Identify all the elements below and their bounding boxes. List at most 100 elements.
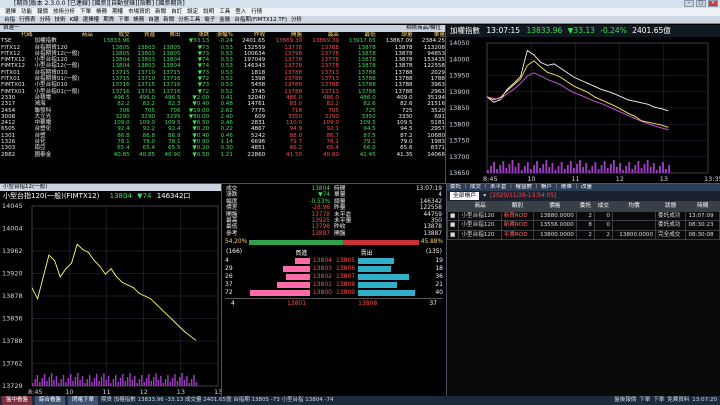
status-right-2[interactable]: 下單 — [653, 396, 664, 405]
order-avg: 13800.0000 — [611, 229, 657, 240]
menu-item-0[interactable]: 選擇 — [4, 8, 17, 16]
quote-row[interactable]: 2882 國泰金 40.85 40.85 40.90 ▼0.50 1.21 22860 41.5… — [0, 151, 445, 158]
volume-bar — [536, 161, 538, 173]
orders-col-1[interactable]: 商品 — [458, 201, 502, 212]
quote-cell-tick: 14066 — [427, 151, 445, 158]
data-point — [667, 110, 669, 112]
status-right-3[interactable]: 免費資料 — [667, 396, 689, 405]
quote-tab[interactable]: 自選一 — [3, 25, 20, 32]
menu-item-3[interactable]: 技術分析 — [52, 8, 76, 16]
futures-tab[interactable]: 小型台指12(一般) — [0, 184, 221, 191]
menu-item-5[interactable]: 帳務 — [95, 8, 108, 16]
book-bid-price[interactable]: 13803 — [313, 265, 332, 273]
orders-col-4[interactable]: 委託 — [575, 201, 595, 212]
orders-col-7[interactable]: 狀態 — [655, 201, 687, 212]
order-row[interactable]: ■ 小型台指120 新賣ROD 13556.0000 8 0 委託成功 08:30:23 — [447, 220, 720, 231]
toolbar-item-8[interactable]: 帳務 — [133, 16, 144, 23]
toolbar-item-10[interactable]: 新聞 — [163, 16, 174, 23]
volume-bar — [81, 376, 84, 386]
chevron-down-icon[interactable]: ▾ — [483, 193, 486, 199]
order-checkbox[interactable]: ■ — [447, 210, 460, 221]
detail-mid-table: 時間 13:07:19 單量 4 總量 146342 昨量 122558 未平倉 44759 未平量… — [332, 186, 444, 237]
order-checkbox[interactable]: ■ — [447, 220, 460, 231]
orders-col-8[interactable]: 時間 — [685, 201, 720, 212]
toolbar-item-3[interactable]: 技術 — [55, 16, 66, 23]
data-point — [600, 103, 602, 104]
related-link[interactable]: 相依商品/欄位 — [406, 25, 441, 32]
toolbar-item-14[interactable]: 台指期(FIMTX12.TF) — [234, 16, 287, 23]
menu-item-12[interactable]: 工具 — [218, 8, 231, 16]
menu-item-2[interactable]: 報價 — [36, 8, 49, 16]
book-bid-price[interactable]: 13804 — [313, 257, 332, 265]
data-point — [31, 287, 33, 289]
volume-bar — [79, 380, 81, 386]
minimize-icon[interactable]: – — [684, 0, 694, 7]
data-point — [620, 108, 622, 110]
menu-item-13[interactable]: 登入 — [234, 8, 247, 16]
book-bid-price[interactable]: 13800 — [313, 289, 332, 297]
book-buy-bar — [286, 274, 310, 281]
menu-item-7[interactable]: 市場資訊 — [127, 8, 151, 16]
orders-col-5[interactable]: 成交 — [593, 201, 613, 212]
toolbar-item-1[interactable]: 行情表 — [19, 16, 36, 23]
toolbar-item-6[interactable]: 期貨 — [103, 16, 114, 23]
data-point — [614, 108, 615, 110]
toolbar-item-4[interactable]: K線 — [70, 16, 79, 23]
y-tick-label: 14004 — [2, 225, 23, 233]
volume-bar — [36, 375, 39, 386]
menu-item-4[interactable]: 下單 — [79, 8, 92, 16]
order-row[interactable]: ■ 小型台指120 新買ROD 13880.0000 2 0 委託成功 13:07:09 — [447, 210, 720, 221]
data-point — [533, 60, 535, 62]
data-point — [547, 65, 548, 66]
orders-col-0[interactable] — [447, 201, 460, 212]
order-checkbox[interactable]: ■ — [447, 229, 460, 240]
data-point — [667, 126, 669, 128]
toolbar-item-7[interactable]: 下單 — [118, 16, 129, 23]
order-row[interactable]: ■ 小型台指120 平賣ROD 13800.0000 2 2 13800.0000 完全成交 0… — [447, 229, 720, 240]
menu-item-14[interactable]: 行情 — [250, 8, 263, 16]
data-point — [594, 85, 595, 87]
orders-col-6[interactable]: 均價 — [611, 201, 657, 212]
account-select[interactable]: 全部帳戶 — [450, 192, 480, 200]
status-tab-1[interactable]: 綜合看盤 — [35, 396, 66, 405]
toolbar-item-13[interactable]: 金融 — [219, 16, 230, 23]
toolbar-item-12[interactable]: 電子 — [204, 16, 215, 23]
status-tab-2[interactable]: 閃電下單 — [68, 396, 99, 405]
close-icon[interactable]: × — [708, 0, 718, 7]
quote-pane: 自選一 相依商品/欄位 代碼 商品 成交 買進 賣出 漲跌 漲幅% 昨收 開盤 最高 最低 總量 單量 … — [0, 25, 446, 183]
book-buy-bar — [277, 282, 310, 289]
status-tab-0[interactable]: 盤中看盤 — [2, 396, 33, 405]
volume-bar — [115, 375, 117, 386]
data-point — [506, 93, 508, 95]
toolbar-item-5[interactable]: 選擇權 — [83, 16, 100, 23]
book-ask-price[interactable]: 13807 — [336, 273, 355, 281]
toolbar-item-15[interactable]: 分析 — [291, 16, 302, 23]
menu-item-6[interactable]: 期權 — [111, 8, 124, 16]
menu-item-8[interactable]: 新聞 — [154, 8, 167, 16]
maximize-icon[interactable]: □ — [696, 0, 706, 7]
orders-col-3[interactable]: 價格 — [532, 201, 577, 212]
orders-col-2[interactable]: 類別 — [500, 201, 534, 212]
toolbar-item-0[interactable]: 台指 — [4, 16, 15, 23]
book-total-bp: 13801 — [286, 300, 307, 308]
status-right-0[interactable]: 盤後報價 — [614, 396, 636, 405]
orders-tabs[interactable]: 委託 ｜ 成交 ｜ 未平倉 ｜ 權益數 ｜ 帳戶 ｜ 刪單 ｜ 改量 — [447, 184, 720, 191]
menu-item-1[interactable]: 功能 — [20, 8, 33, 16]
book-ask-price[interactable]: 13809 — [336, 289, 355, 297]
toolbar-item-11[interactable]: 分析工具 — [178, 16, 200, 23]
toolbar-item-2[interactable]: 分時 — [40, 16, 51, 23]
menu-item-11[interactable]: 說明 — [202, 8, 215, 16]
volume-bar — [100, 377, 103, 386]
book-ask-price[interactable]: 13805 — [336, 257, 355, 265]
book-bid-price[interactable]: 13801 — [313, 281, 332, 289]
volume-bar — [145, 378, 148, 386]
menu-item-9[interactable]: 自訂 — [170, 8, 183, 16]
y-tick-label: 13920 — [2, 270, 23, 278]
toolbar-item-9[interactable]: 自選 — [148, 16, 159, 23]
menu-item-10[interactable]: 設定 — [186, 8, 199, 16]
book-header: (166) 買進 賣出 (135) — [222, 248, 446, 257]
book-ask-price[interactable]: 13806 — [336, 265, 355, 273]
status-right-1[interactable]: 下單 — [639, 396, 650, 405]
book-ask-price[interactable]: 13808 — [336, 281, 355, 289]
book-bid-price[interactable]: 13802 — [313, 273, 332, 281]
